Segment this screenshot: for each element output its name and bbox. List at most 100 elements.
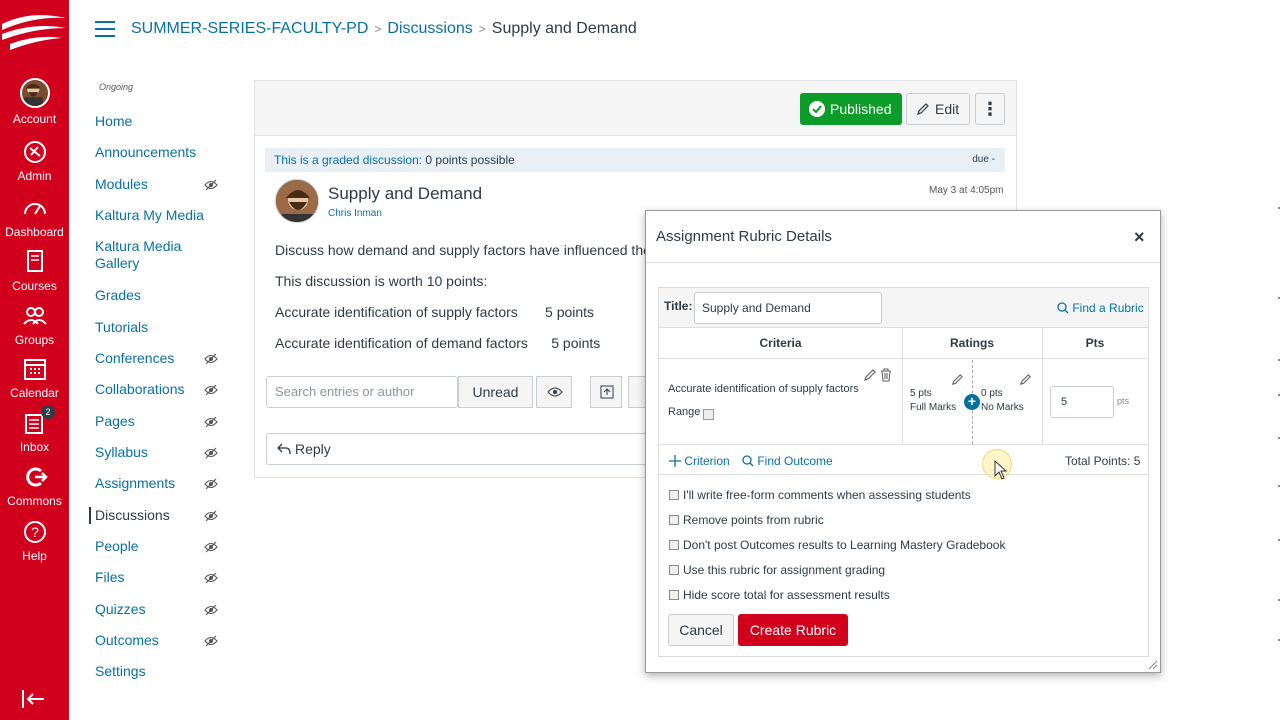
more-options-button[interactable]: ⋮ — [975, 93, 1005, 125]
calendar-icon — [23, 359, 46, 380]
range-checkbox[interactable] — [703, 409, 714, 420]
edit-criterion-pencil-icon[interactable] — [863, 368, 877, 382]
unread-filter-button[interactable]: Unread — [458, 376, 533, 408]
course-nav-item[interactable]: Settings — [95, 663, 215, 680]
hidden-eye-icon — [204, 540, 218, 553]
checkbox[interactable] — [669, 565, 679, 575]
breadcrumb-course-link[interactable]: SUMMER-SERIES-FACULTY-PD — [131, 20, 368, 37]
gnav-commons[interactable]: Commons — [0, 463, 69, 508]
course-nav-item[interactable]: Grades — [95, 287, 215, 304]
course-nav-item[interactable]: Modules — [95, 176, 215, 193]
column-divider — [902, 328, 903, 444]
global-navigation: Account Admin Dashboard Courses Groups C… — [0, 0, 69, 720]
criterion-points-input[interactable]: 5 — [1050, 386, 1114, 418]
course-nav-item[interactable]: Assignments — [95, 475, 215, 492]
edit-rating-pencil-icon[interactable] — [951, 373, 964, 386]
find-rubric-link[interactable]: Find a Rubric — [1057, 301, 1144, 315]
course-nav-item[interactable]: Kaltura Media Gallery — [95, 238, 215, 272]
gnav-account[interactable]: Account — [0, 78, 69, 126]
edit-rating-pencil-icon[interactable] — [1019, 373, 1032, 386]
course-nav-item[interactable]: Tutorials — [95, 319, 215, 336]
rating-full-marks[interactable]: 5 pts Full Marks — [910, 387, 956, 415]
shield-icon — [23, 141, 46, 163]
collapse-nav-icon[interactable] — [20, 688, 46, 710]
gnav-admin[interactable]: Admin — [0, 138, 69, 183]
add-criterion-label: Criterion — [684, 454, 730, 468]
hidden-eye-icon — [204, 383, 218, 396]
rubric-title-label: Title: — [664, 299, 693, 313]
create-rubric-button[interactable]: Create Rubric — [738, 614, 848, 646]
course-nav-item[interactable]: Quizzes — [95, 601, 215, 618]
option-dont-post-outcomes[interactable]: Don't post Outcomes results to Learning … — [669, 538, 1005, 552]
search-entries-input[interactable]: Search entries or author — [266, 376, 458, 408]
rubric-title-input[interactable]: Supply and Demand — [694, 292, 882, 324]
checkbox[interactable] — [669, 590, 679, 600]
discussion-body-line: This discussion is worth 10 points: — [275, 273, 488, 289]
author-avatar[interactable] — [275, 179, 319, 223]
term-label: Ongoing — [99, 82, 134, 92]
course-nav-item[interactable]: People — [95, 538, 215, 555]
gnav-help[interactable]: ? Help — [0, 518, 69, 563]
breadcrumb-discussions-link[interactable]: Discussions — [387, 20, 472, 37]
course-nav-item[interactable]: Collaborations — [95, 381, 215, 398]
column-divider — [1042, 328, 1043, 444]
course-nav-item[interactable]: Conferences — [95, 350, 215, 367]
discussion-author-link[interactable]: Chris Inman — [328, 208, 382, 219]
hidden-eye-icon — [204, 603, 218, 616]
course-nav-item[interactable]: Home — [95, 113, 215, 130]
hidden-eye-icon — [204, 415, 218, 428]
criterion-description: Accurate identification of supply factor… — [668, 383, 859, 395]
institution-logo[interactable] — [0, 8, 69, 58]
course-nav-item[interactable]: Announcements — [95, 144, 215, 161]
gnav-inbox[interactable]: 2 Inbox — [0, 405, 69, 454]
option-free-form-comments[interactable]: I'll write free-form comments when asses… — [669, 488, 971, 502]
cancel-button[interactable]: Cancel — [668, 614, 734, 646]
collapse-replies-button[interactable] — [536, 376, 572, 408]
gnav-dashboard[interactable]: Dashboard — [0, 194, 69, 239]
find-outcome-button[interactable]: Find Outcome — [742, 454, 833, 468]
course-nav-item[interactable]: Outcomes — [95, 632, 215, 649]
discussion-body-line: Accurate identification of supply factor… — [275, 304, 595, 320]
gnav-courses[interactable]: Courses — [0, 248, 69, 293]
reply-button[interactable]: Reply — [266, 433, 686, 465]
gnav-groups[interactable]: Groups — [0, 302, 69, 347]
checkbox[interactable] — [669, 515, 679, 525]
dashboard-icon — [23, 203, 46, 215]
graded-discussion-banner: This is a graded discussion: 0 points po… — [265, 148, 1005, 172]
option-remove-points[interactable]: Remove points from rubric — [669, 513, 824, 527]
groups-icon — [22, 307, 47, 325]
hidden-eye-icon — [204, 571, 218, 584]
rating-label: No Marks — [981, 402, 1024, 413]
find-outcome-label: Find Outcome — [757, 454, 833, 468]
checkbox[interactable] — [669, 540, 679, 550]
delete-criterion-trash-icon[interactable] — [879, 368, 893, 382]
rubric-editor: Title: Supply and Demand Find a Rubric C… — [658, 287, 1149, 657]
rating-label: Full Marks — [910, 402, 957, 413]
gnav-calendar[interactable]: Calendar — [0, 355, 69, 400]
assignment-rubric-dialog: Assignment Rubric Details × Title: Suppl… — [645, 210, 1161, 673]
option-hide-score-total[interactable]: Hide score total for assessment results — [669, 588, 890, 602]
published-button[interactable]: Published — [800, 93, 902, 125]
hamburger-menu-icon[interactable] — [94, 20, 116, 38]
checkbox[interactable] — [669, 490, 679, 500]
close-icon[interactable]: × — [1134, 227, 1145, 248]
discussion-body-line: Accurate identification of demand factor… — [275, 335, 601, 351]
course-nav-item[interactable]: Syllabus — [95, 444, 215, 461]
subscribe-button[interactable] — [590, 376, 622, 408]
rating-no-marks[interactable]: 0 pts No Marks — [981, 387, 1024, 415]
course-nav-item[interactable]: Pages — [95, 413, 215, 430]
breadcrumb: SUMMER-SERIES-FACULTY-PD > Discussions > Sup… — [131, 19, 637, 39]
add-rating-icon[interactable]: + — [964, 394, 980, 410]
edit-button[interactable]: Edit — [906, 93, 970, 125]
resize-handle-icon[interactable] — [1148, 660, 1158, 670]
plus-icon — [669, 455, 681, 467]
graded-banner-points: 0 points possible — [422, 153, 515, 167]
option-use-for-grading[interactable]: Use this rubric for assignment grading — [669, 563, 885, 577]
add-criterion-button[interactable]: Criterion — [669, 454, 730, 468]
course-nav-item[interactable]: Files — [95, 569, 215, 586]
option-label: Use this rubric for assignment grading — [683, 563, 886, 577]
discussion-body-line: Discuss how demand and supply factors ha… — [275, 242, 670, 258]
svg-text:?: ? — [31, 524, 39, 540]
course-nav-item[interactable]: Discussions — [89, 507, 209, 524]
course-nav-item[interactable]: Kaltura My Media — [95, 207, 215, 224]
